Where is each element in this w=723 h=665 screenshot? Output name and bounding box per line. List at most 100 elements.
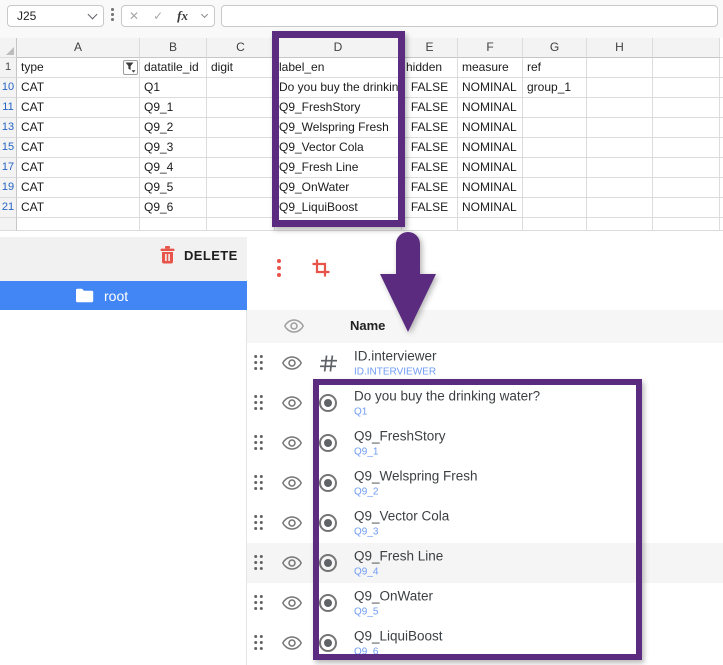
- cell-f21[interactable]: NOMINAL: [458, 198, 523, 218]
- cell-g17[interactable]: [523, 158, 587, 178]
- visibility-icon[interactable]: [282, 596, 302, 610]
- row-number[interactable]: 21: [0, 198, 17, 218]
- variable-row[interactable]: Q9_OnWater Q9_5: [247, 583, 723, 623]
- filter-button[interactable]: [123, 60, 138, 75]
- cancel-entry-icon[interactable]: ✕: [129, 9, 139, 23]
- variable-row[interactable]: Q9_Welspring Fresh Q9_2: [247, 463, 723, 503]
- visibility-all-icon[interactable]: [284, 319, 304, 333]
- column-header-h[interactable]: H: [587, 38, 653, 58]
- formula-bar-overflow-icon[interactable]: [111, 8, 114, 21]
- cell-i17[interactable]: [653, 158, 720, 178]
- cell-d10[interactable]: Do you buy the drinking water?: [275, 78, 402, 98]
- cell-c17[interactable]: [207, 158, 275, 178]
- cell-g21[interactable]: [523, 198, 587, 218]
- cell-f11[interactable]: NOMINAL: [458, 98, 523, 118]
- cell-c15[interactable]: [207, 138, 275, 158]
- cell-c13[interactable]: [207, 118, 275, 138]
- cell-h21[interactable]: [587, 198, 653, 218]
- cell-e13[interactable]: FALSE: [402, 118, 458, 138]
- column-header-f[interactable]: F: [458, 38, 523, 58]
- row-number[interactable]: 19: [0, 178, 17, 198]
- variable-row[interactable]: Q9_LiquiBoost Q9_6: [247, 623, 723, 663]
- cell-i13[interactable]: [653, 118, 720, 138]
- cell-a19[interactable]: CAT: [17, 178, 140, 198]
- cell-c19[interactable]: [207, 178, 275, 198]
- insert-function-icon[interactable]: fx: [177, 8, 188, 24]
- cell-d17[interactable]: Q9_Fresh Line: [275, 158, 402, 178]
- cell-d15[interactable]: Q9_Vector Cola: [275, 138, 402, 158]
- cell-h17[interactable]: [587, 158, 653, 178]
- formula-input[interactable]: [221, 5, 718, 27]
- visibility-icon[interactable]: [282, 356, 302, 370]
- cell-i15[interactable]: [653, 138, 720, 158]
- chevron-down-icon[interactable]: [201, 11, 208, 18]
- drag-handle-icon[interactable]: [253, 634, 264, 651]
- cell-g10[interactable]: group_1: [523, 78, 587, 98]
- cell-h15[interactable]: [587, 138, 653, 158]
- column-header-i[interactable]: [653, 38, 720, 58]
- cell-i10[interactable]: [653, 78, 720, 98]
- drag-handle-icon[interactable]: [253, 354, 264, 371]
- cell-e21[interactable]: FALSE: [402, 198, 458, 218]
- cell-f17[interactable]: NOMINAL: [458, 158, 523, 178]
- row-number[interactable]: 1: [0, 58, 17, 78]
- cell-f15[interactable]: NOMINAL: [458, 138, 523, 158]
- cell-g13[interactable]: [523, 118, 587, 138]
- drag-handle-icon[interactable]: [253, 394, 264, 411]
- cell-e11[interactable]: FALSE: [402, 98, 458, 118]
- cell-f1[interactable]: measure: [458, 58, 523, 78]
- cell-f13[interactable]: NOMINAL: [458, 118, 523, 138]
- visibility-icon[interactable]: [282, 556, 302, 570]
- cell-a11[interactable]: CAT: [17, 98, 140, 118]
- row-number[interactable]: 13: [0, 118, 17, 138]
- variable-row[interactable]: Q9_Fresh Line Q9_4: [247, 543, 723, 583]
- cell-b10[interactable]: Q1: [140, 78, 207, 98]
- cell-a17[interactable]: CAT: [17, 158, 140, 178]
- drag-handle-icon[interactable]: [253, 474, 264, 491]
- cell-g19[interactable]: [523, 178, 587, 198]
- chevron-down-icon[interactable]: [88, 10, 98, 20]
- column-header-c[interactable]: C: [207, 38, 275, 58]
- tree-item-root[interactable]: root: [0, 281, 247, 310]
- cell-h13[interactable]: [587, 118, 653, 138]
- drag-handle-icon[interactable]: [253, 434, 264, 451]
- cell-h10[interactable]: [587, 78, 653, 98]
- cell-h11[interactable]: [587, 98, 653, 118]
- cell-b19[interactable]: Q9_5: [140, 178, 207, 198]
- cell-i19[interactable]: [653, 178, 720, 198]
- cell-e17[interactable]: FALSE: [402, 158, 458, 178]
- variable-row[interactable]: Q9_Vector Cola Q9_3: [247, 503, 723, 543]
- confirm-entry-icon[interactable]: ✓: [153, 9, 163, 23]
- row-number[interactable]: 10: [0, 78, 17, 98]
- cell-c21[interactable]: [207, 198, 275, 218]
- column-header-e[interactable]: E: [402, 38, 458, 58]
- drag-handle-icon[interactable]: [253, 514, 264, 531]
- visibility-icon[interactable]: [282, 516, 302, 530]
- more-options-icon[interactable]: [277, 259, 281, 277]
- cell-d19[interactable]: Q9_OnWater: [275, 178, 402, 198]
- cell-d1[interactable]: label_en: [275, 58, 402, 78]
- drag-handle-icon[interactable]: [253, 554, 264, 571]
- cell-e1[interactable]: hidden: [402, 58, 458, 78]
- cell-d21[interactable]: Q9_LiquiBoost: [275, 198, 402, 218]
- cell-f19[interactable]: NOMINAL: [458, 178, 523, 198]
- column-header-a[interactable]: A: [17, 38, 140, 58]
- cell-b17[interactable]: Q9_4: [140, 158, 207, 178]
- cell-e15[interactable]: FALSE: [402, 138, 458, 158]
- cell-g11[interactable]: [523, 98, 587, 118]
- variable-row[interactable]: ID.interviewer ID.INTERVIEWER: [247, 343, 723, 383]
- column-header-d[interactable]: D: [275, 38, 402, 58]
- cell-i1[interactable]: [653, 58, 720, 78]
- cell-h19[interactable]: [587, 178, 653, 198]
- row-number[interactable]: 11: [0, 98, 17, 118]
- cell-b21[interactable]: Q9_6: [140, 198, 207, 218]
- cell-d11[interactable]: Q9_FreshStory: [275, 98, 402, 118]
- cell-e19[interactable]: FALSE: [402, 178, 458, 198]
- row-number[interactable]: 15: [0, 138, 17, 158]
- cell-a1[interactable]: type: [17, 58, 140, 78]
- cell-b13[interactable]: Q9_2: [140, 118, 207, 138]
- column-header-b[interactable]: B: [140, 38, 207, 58]
- visibility-icon[interactable]: [282, 436, 302, 450]
- visibility-icon[interactable]: [282, 396, 302, 410]
- cell-name-box[interactable]: J25: [7, 5, 104, 27]
